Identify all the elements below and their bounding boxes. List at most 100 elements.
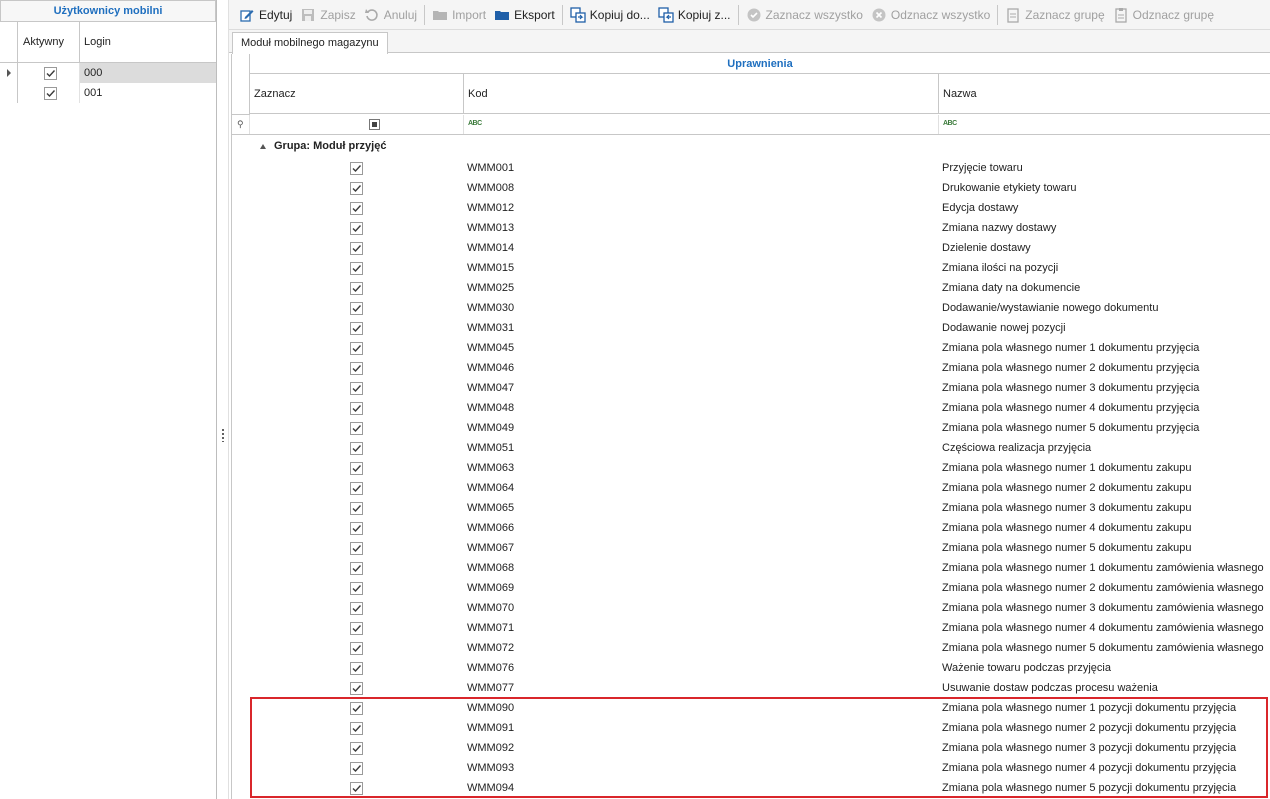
permission-row[interactable]: WMM092 Zmiana pola własnego numer 3 pozyc… xyxy=(250,738,1270,758)
permission-select-cell[interactable] xyxy=(250,158,463,178)
permission-row[interactable]: WMM090 Zmiana pola własnego numer 1 pozyc… xyxy=(250,698,1270,718)
copy-to-button[interactable]: Kopiuj do... xyxy=(566,3,654,27)
permission-select-cell[interactable] xyxy=(250,658,463,678)
deselect-all-button[interactable]: Odznacz wszystko xyxy=(867,3,994,27)
permission-row[interactable]: WMM068 Zmiana pola własnego numer 1 dokum… xyxy=(250,558,1270,578)
permission-checkbox[interactable] xyxy=(350,262,363,275)
permission-checkbox[interactable] xyxy=(350,522,363,535)
permission-checkbox[interactable] xyxy=(350,582,363,595)
permission-checkbox[interactable] xyxy=(350,322,363,335)
permission-select-cell[interactable] xyxy=(250,398,463,418)
permission-select-cell[interactable] xyxy=(250,598,463,618)
permission-select-cell[interactable] xyxy=(250,738,463,758)
permission-checkbox[interactable] xyxy=(350,442,363,455)
permission-row[interactable]: WMM025 Zmiana daty na dokumencie xyxy=(250,278,1270,298)
group-row[interactable]: Grupa: Moduł przyjęć xyxy=(250,136,1270,157)
deselect-group-button[interactable]: Odznacz grupę xyxy=(1109,3,1218,27)
permission-row[interactable]: WMM008 Drukowanie etykiety towaru xyxy=(250,178,1270,198)
permission-select-cell[interactable] xyxy=(250,618,463,638)
permission-row[interactable]: WMM077 Usuwanie dostaw podczas procesu wa… xyxy=(250,678,1270,698)
permission-row[interactable]: WMM013 Zmiana nazwy dostawy xyxy=(250,218,1270,238)
permission-select-cell[interactable] xyxy=(250,718,463,738)
permission-checkbox[interactable] xyxy=(350,282,363,295)
permission-select-cell[interactable] xyxy=(250,358,463,378)
cancel-button[interactable]: Anuluj xyxy=(360,3,421,27)
permission-row[interactable]: WMM049 Zmiana pola własnego numer 5 dokum… xyxy=(250,418,1270,438)
permission-select-cell[interactable] xyxy=(250,538,463,558)
edit-button[interactable]: Edytuj xyxy=(235,3,296,27)
permission-checkbox[interactable] xyxy=(350,542,363,555)
row-indicator[interactable] xyxy=(0,63,18,83)
user-row[interactable]: 000 xyxy=(0,63,216,83)
permission-select-cell[interactable] xyxy=(250,778,463,798)
permission-row[interactable]: WMM015 Zmiana ilości na pozycji xyxy=(250,258,1270,278)
permission-checkbox[interactable] xyxy=(350,182,363,195)
user-active-checkbox[interactable] xyxy=(44,87,57,100)
permission-row[interactable]: WMM051 Częściowa realizacja przyjęcia xyxy=(250,438,1270,458)
column-header-kod[interactable]: Kod xyxy=(464,74,939,114)
select-all-button[interactable]: Zaznacz wszystko xyxy=(742,3,867,27)
permission-select-cell[interactable] xyxy=(250,318,463,338)
filter-cell-nazwa[interactable]: ABC xyxy=(939,115,1270,134)
permission-select-cell[interactable] xyxy=(250,698,463,718)
permission-checkbox[interactable] xyxy=(350,622,363,635)
user-row[interactable]: 001 xyxy=(0,83,216,103)
permission-checkbox[interactable] xyxy=(350,702,363,715)
export-button[interactable]: Eksport xyxy=(490,3,559,27)
permission-select-cell[interactable] xyxy=(250,298,463,318)
filter-cell-kod[interactable]: ABC xyxy=(464,115,939,134)
permission-row[interactable]: WMM047 Zmiana pola własnego numer 3 dokum… xyxy=(250,378,1270,398)
column-header-login[interactable]: Login xyxy=(80,22,216,62)
permission-select-cell[interactable] xyxy=(250,758,463,778)
permission-row[interactable]: WMM012 Edycja dostawy xyxy=(250,198,1270,218)
user-active-cell[interactable] xyxy=(18,83,80,103)
permission-row[interactable]: WMM063 Zmiana pola własnego numer 1 dokum… xyxy=(250,458,1270,478)
permission-checkbox[interactable] xyxy=(350,202,363,215)
user-active-checkbox[interactable] xyxy=(44,67,57,80)
permission-checkbox[interactable] xyxy=(350,482,363,495)
permission-row[interactable]: WMM069 Zmiana pola własnego numer 2 dokum… xyxy=(250,578,1270,598)
permission-checkbox[interactable] xyxy=(350,362,363,375)
permission-row[interactable]: WMM030 Dodawanie/wystawianie nowego dokum… xyxy=(250,298,1270,318)
permission-select-cell[interactable] xyxy=(250,498,463,518)
permission-row[interactable]: WMM066 Zmiana pola własnego numer 4 dokum… xyxy=(250,518,1270,538)
permission-row[interactable]: WMM067 Zmiana pola własnego numer 5 dokum… xyxy=(250,538,1270,558)
row-indicator[interactable] xyxy=(0,83,18,103)
permission-select-cell[interactable] xyxy=(250,578,463,598)
permission-row[interactable]: WMM014 Dzielenie dostawy xyxy=(250,238,1270,258)
permission-select-cell[interactable] xyxy=(250,238,463,258)
permission-select-cell[interactable] xyxy=(250,218,463,238)
permission-checkbox[interactable] xyxy=(350,742,363,755)
permission-checkbox[interactable] xyxy=(350,502,363,515)
permission-checkbox[interactable] xyxy=(350,342,363,355)
save-button[interactable]: Zapisz xyxy=(296,3,359,27)
permission-row[interactable]: WMM064 Zmiana pola własnego numer 2 dokum… xyxy=(250,478,1270,498)
permission-checkbox[interactable] xyxy=(350,382,363,395)
permission-select-cell[interactable] xyxy=(250,278,463,298)
filter-cell-zaznacz[interactable] xyxy=(250,115,464,134)
permission-row[interactable]: WMM001 Przyjęcie towaru xyxy=(250,158,1270,178)
user-login[interactable]: 000 xyxy=(80,63,216,83)
permission-select-cell[interactable] xyxy=(250,178,463,198)
permission-checkbox[interactable] xyxy=(350,302,363,315)
permission-row[interactable]: WMM070 Zmiana pola własnego numer 3 dokum… xyxy=(250,598,1270,618)
import-button[interactable]: Import xyxy=(428,3,490,27)
permission-select-cell[interactable] xyxy=(250,438,463,458)
permission-row[interactable]: WMM076 Ważenie towaru podczas przyjęcia xyxy=(250,658,1270,678)
permission-select-cell[interactable] xyxy=(250,198,463,218)
permission-select-cell[interactable] xyxy=(250,558,463,578)
column-header-zaznacz[interactable]: Zaznacz xyxy=(250,74,464,114)
permission-checkbox[interactable] xyxy=(350,242,363,255)
filter-checkbox-indeterminate[interactable] xyxy=(369,119,380,130)
splitter-grip-icon[interactable] xyxy=(222,428,224,442)
permission-checkbox[interactable] xyxy=(350,762,363,775)
permission-checkbox[interactable] xyxy=(350,682,363,695)
permission-checkbox[interactable] xyxy=(350,782,363,795)
permission-row[interactable]: WMM091 Zmiana pola własnego numer 2 pozyc… xyxy=(250,718,1270,738)
column-header-nazwa[interactable]: Nazwa xyxy=(939,74,1270,114)
permission-select-cell[interactable] xyxy=(250,378,463,398)
permission-select-cell[interactable] xyxy=(250,458,463,478)
permission-select-cell[interactable] xyxy=(250,338,463,358)
permission-select-cell[interactable] xyxy=(250,638,463,658)
permission-row[interactable]: WMM071 Zmiana pola własnego numer 4 dokum… xyxy=(250,618,1270,638)
